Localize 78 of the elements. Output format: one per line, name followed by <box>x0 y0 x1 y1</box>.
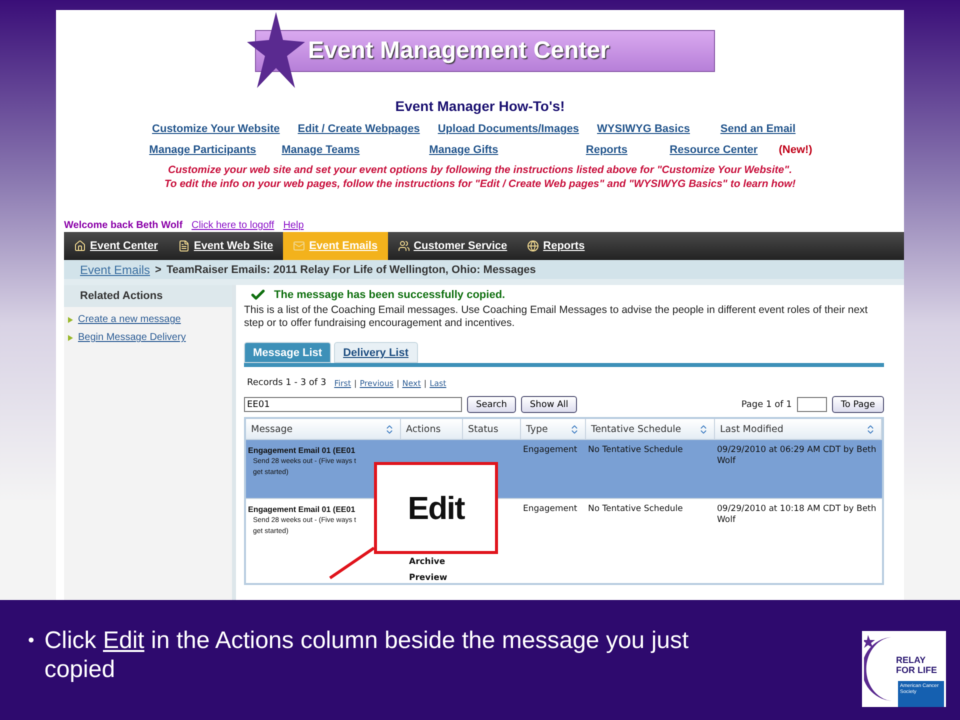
sidebar-title: Related Actions <box>64 285 232 307</box>
nav-tab[interactable]: Event Web Site <box>168 232 284 260</box>
tab[interactable]: Message List <box>244 342 332 363</box>
howto-link[interactable]: Manage Participants <box>148 144 258 156</box>
pager-separator: | <box>424 378 427 388</box>
instruction-text: To edit the info on your web pages, follow the instructions for "Edit / Create Web pages" and "WYSIWYG Basics" to learn how! <box>163 178 797 190</box>
action-link[interactable]: Archive <box>409 557 463 567</box>
column-header: Type <box>521 419 586 439</box>
star-icon <box>245 10 307 90</box>
sort-icon[interactable] <box>865 424 876 434</box>
breadcrumb-link[interactable]: Event Emails <box>80 262 150 276</box>
nav-icon <box>398 240 410 252</box>
logo-text: RELAY FOR LIFE <box>896 655 938 675</box>
nav-tab[interactable]: Event Center <box>64 232 168 260</box>
howto-link[interactable]: Reports <box>562 144 652 156</box>
table-cell-text: Engagement <box>522 503 578 516</box>
action-link[interactable]: Preview <box>409 573 463 583</box>
sort-icon[interactable] <box>698 424 709 434</box>
column-header: Status <box>463 419 521 439</box>
sort-icon[interactable] <box>384 424 395 434</box>
howto-link[interactable]: Resource Center <box>670 144 758 156</box>
nav-icon <box>527 240 540 252</box>
howto-link[interactable]: Manage Gifts <box>384 144 544 156</box>
pager-separator: | <box>396 378 400 388</box>
pager-separator: | <box>354 378 357 388</box>
bullet: • <box>28 629 34 652</box>
sidebar-link[interactable]: Begin Message Delivery <box>78 332 186 343</box>
pager-link[interactable]: Next <box>402 378 421 388</box>
howto-link[interactable]: Customize Your Website <box>152 123 280 135</box>
table-cell-text: No Tentative Schedule <box>587 444 684 457</box>
breadcrumb-current: TeamRaiser Emails: 2011 Relay For Life of Wellington, Ohio: Messages <box>166 264 536 276</box>
description-text: This is a list of the Coaching Email messages. Use Coaching Email Messages to advise the people in different event roles of their next step or to offer fundraising encouragement and incentives. <box>244 304 869 330</box>
nav-tab[interactable]: Customer Service <box>388 232 518 260</box>
bullet-icon <box>68 334 73 340</box>
success-message: The message has been successfully copied. <box>274 289 506 301</box>
bullet-icon <box>68 316 73 322</box>
welcome-text: Welcome back Beth Wolf <box>64 220 183 231</box>
callout-zoom: Edit <box>374 462 498 554</box>
nav-tab[interactable]: Reports <box>517 232 595 260</box>
action-button[interactable]: Show All <box>520 396 578 413</box>
nav-icon <box>293 240 306 252</box>
nav-icon <box>74 240 86 252</box>
howto-link[interactable]: Manage Teams <box>276 144 366 156</box>
howto-link[interactable]: Upload Documents/Images <box>438 123 580 135</box>
nav-icon <box>178 240 190 252</box>
howto-link[interactable]: Edit / Create Webpages <box>298 123 420 135</box>
column-header: Tentative Schedule <box>586 419 715 439</box>
to-page-button[interactable]: To Page <box>832 396 884 413</box>
table-cell-text: No Tentative Schedule <box>587 503 684 516</box>
page-label: Page 1 of 1 <box>741 400 792 410</box>
page-field[interactable] <box>796 397 827 412</box>
pager-link[interactable]: Last <box>430 378 446 388</box>
howto-link[interactable]: Send an Email <box>708 123 808 135</box>
table-cell-text: 09/29/2010 at 06:29 AM CDT by Beth Wolf <box>716 444 878 468</box>
message-title: Engagement Email 01 (EE01 <box>248 445 356 456</box>
welcome-link[interactable]: Help <box>283 220 304 231</box>
records-count: Records 1 - 3 of 3 <box>247 378 326 388</box>
howto-link[interactable]: WYSIWYG Basics <box>597 123 690 135</box>
caption-link[interactable]: Edit <box>102 627 144 654</box>
instruction-text: Customize your web site and set your event options by following the instructions listed above for "Customize Your Website". <box>166 164 794 176</box>
message-title: Engagement Email 01 (EE01 <box>248 504 356 515</box>
tab[interactable]: Delivery List <box>334 342 418 363</box>
column-header: Actions <box>401 419 463 439</box>
table-cell-text: 09/29/2010 at 10:18 AM CDT by Beth Wolf <box>716 503 878 527</box>
howto-title: Event Manager How-To's! <box>394 98 566 114</box>
sidebar-link[interactable]: Create a new message <box>78 314 181 325</box>
table-cell-text: Engagement <box>522 444 578 457</box>
pager-link[interactable]: Previous <box>360 378 394 388</box>
sort-icon[interactable] <box>569 424 580 434</box>
pager-link[interactable]: First <box>334 378 352 388</box>
search-field[interactable]: EE01 <box>244 397 462 412</box>
action-button[interactable]: Search <box>467 396 516 413</box>
caption-text: Click Edit in the Actions column beside the message you just copied <box>44 626 690 684</box>
column-header: Message <box>246 419 401 439</box>
new-label: (New!) <box>778 144 812 156</box>
welcome-link[interactable]: Click here to logoff <box>192 220 274 231</box>
breadcrumb-separator: > <box>155 264 162 276</box>
column-header: Last Modified <box>715 419 882 439</box>
